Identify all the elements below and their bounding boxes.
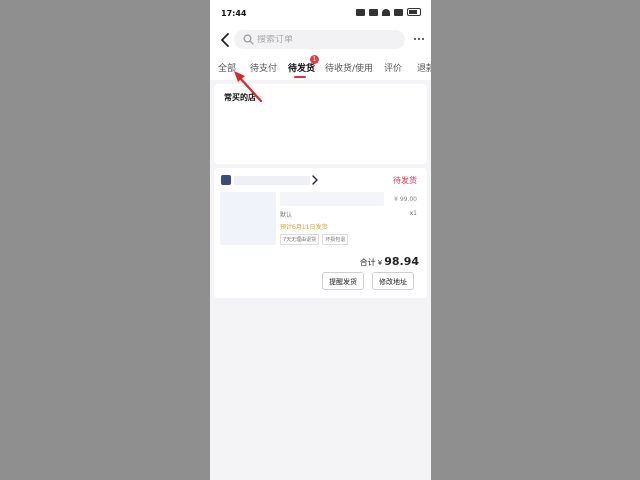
battery-icon xyxy=(407,8,421,16)
tab-refund[interactable]: 退款 xyxy=(417,61,431,74)
product-price: ¥ 99.00 xyxy=(394,196,417,203)
chevron-right-icon[interactable] xyxy=(311,174,319,186)
total-amount: 98.94 xyxy=(384,255,419,268)
shop-name[interactable] xyxy=(234,176,310,185)
tag-7day-return: 7天无理由退货 xyxy=(280,234,320,245)
tab-review[interactable]: 评价 xyxy=(384,61,402,74)
estimated-ship-date: 预计6月11日发货 xyxy=(280,224,328,231)
total-label: 合计 xyxy=(359,258,376,267)
tab-all[interactable]: 全部 xyxy=(218,61,236,74)
tab-pending-payment[interactable]: 待支付 xyxy=(250,61,277,74)
tag-damage-refund: 坏损包退 xyxy=(322,234,349,245)
product-quantity: x1 xyxy=(409,210,417,217)
order-card[interactable]: 待发货 ¥ 99.00 默认 x1 预计6月11日发货 7天无理由退货 坏损包退… xyxy=(214,168,427,298)
active-tab-indicator xyxy=(294,76,306,78)
product-thumbnail[interactable] xyxy=(220,192,276,245)
nfc-icon xyxy=(356,8,365,16)
status-bar: 17:44 xyxy=(210,0,431,26)
search-bar[interactable] xyxy=(234,30,405,49)
change-address-button[interactable]: 修改地址 xyxy=(372,272,414,290)
frequent-stores-title: 常买的店 xyxy=(224,93,256,102)
phone-screen: 17:44 全部 待支付 待发货 1 待收货/使用 评价 xyxy=(210,0,431,480)
wifi-icon xyxy=(382,8,390,16)
status-icons xyxy=(356,8,421,16)
tab-pending-shipment-badge: 1 xyxy=(310,55,319,64)
back-arrow-icon[interactable] xyxy=(219,32,233,48)
search-icon xyxy=(243,34,254,45)
order-tabs: 全部 待支付 待发货 1 待收货/使用 评价 退款 xyxy=(210,54,431,80)
product-spec: 默认 xyxy=(280,212,293,219)
order-total: 合计 ¥ 98.94 xyxy=(360,255,419,268)
status-time: 17:44 xyxy=(221,9,247,18)
vibrate-icon xyxy=(369,8,378,16)
search-input[interactable] xyxy=(257,34,397,45)
remind-shipment-button[interactable]: 提醒发货 xyxy=(322,272,364,290)
order-status: 待发货 xyxy=(393,176,417,185)
service-tags: 7天无理由退货 坏损包退 xyxy=(280,234,349,245)
total-currency: ¥ xyxy=(377,259,383,267)
more-options-icon[interactable] xyxy=(414,38,424,40)
tab-pending-receipt[interactable]: 待收货/使用 xyxy=(325,61,373,74)
frequent-stores-card: 常买的店 xyxy=(214,84,427,164)
product-title[interactable] xyxy=(280,192,384,206)
signal-icon xyxy=(394,8,403,16)
shop-logo[interactable] xyxy=(221,175,231,185)
header xyxy=(210,26,431,54)
